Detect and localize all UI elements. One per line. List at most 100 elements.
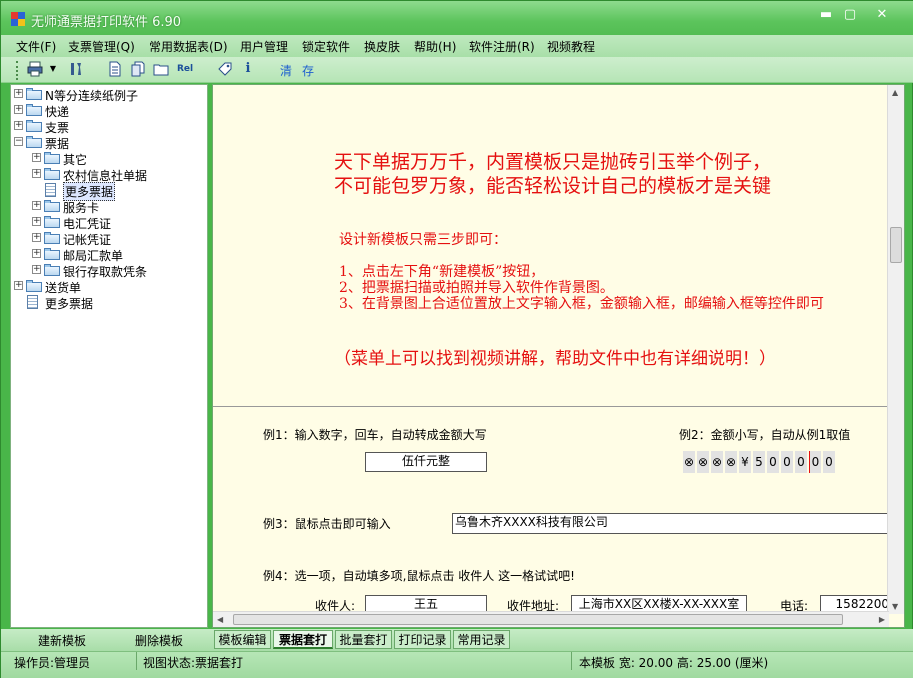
document-icon — [27, 295, 38, 309]
menu-common-data[interactable]: 常用数据表(D) — [149, 38, 228, 55]
folder-icon — [26, 88, 42, 100]
amount-digit-cell: ⊗ — [711, 451, 723, 473]
expand-icon[interactable]: + — [14, 89, 23, 98]
amount-digit-cell: ⊗ — [697, 451, 709, 473]
tree-item-label: N等分连续纸例子 — [45, 89, 138, 103]
document-icon — [45, 183, 56, 197]
maximize-button[interactable]: ▢ — [837, 5, 863, 25]
amount-digit-cell: 0 — [781, 451, 793, 473]
folder-icon — [26, 104, 42, 116]
example-1-label: 例1：输入数字，回车，自动转成金额大写 — [263, 428, 487, 442]
headline-line-1: 天下单据万万千，内置模板只是抛砖引玉举个例子， — [334, 151, 772, 173]
scroll-up-icon[interactable]: ▲ — [892, 88, 898, 97]
tab-print-records[interactable]: 打印记录 — [394, 630, 451, 649]
example-4-label: 例4：选一项，自动填多项,鼠标点击 收件人 这一格试试吧! — [263, 569, 575, 583]
menu-cheque-management[interactable]: 支票管理(Q) — [68, 38, 135, 55]
tag-icon[interactable] — [217, 61, 233, 77]
folder-icon — [44, 264, 60, 276]
scroll-left-icon[interactable]: ◀ — [217, 615, 223, 624]
vertical-scrollbar[interactable]: ▲ ▼ — [887, 85, 904, 614]
window-title: 无师通票据打印软件 6.90 — [31, 15, 182, 30]
tab-bill-print[interactable]: 票据套打 — [273, 630, 333, 649]
menu-register[interactable]: 软件注册(R) — [469, 38, 535, 55]
amount-digit-cell: 5 — [753, 451, 765, 473]
expand-icon[interactable]: + — [32, 265, 41, 274]
expand-icon[interactable]: + — [32, 233, 41, 242]
title-bar: 无师通票据打印软件 6.90 ▬ ▢ ✕ — [1, 1, 913, 35]
expand-icon[interactable]: + — [14, 281, 23, 290]
template-canvas: 天下单据万万千，内置模板只是抛砖引玉举个例子， 不可能包罗万象，能否轻松设计自己… — [212, 84, 905, 628]
tree-item-label: 其它 — [63, 153, 88, 167]
example-3-label: 例3：鼠标点击即可输入 — [263, 517, 391, 531]
minimize-button[interactable]: ▬ — [813, 5, 839, 25]
printer-dropdown-icon[interactable]: ▼ — [45, 61, 61, 77]
amount-digit-cell: ⊗ — [683, 451, 695, 473]
collapse-icon[interactable]: − — [14, 137, 23, 146]
new-template-button[interactable]: 建新模板 — [38, 632, 86, 649]
status-divider — [136, 652, 137, 670]
printer-icon[interactable] — [27, 61, 43, 77]
menu-user-management[interactable]: 用户管理 — [240, 38, 288, 55]
document-icon[interactable] — [107, 61, 123, 77]
info-icon[interactable]: i — [240, 61, 256, 77]
horizontal-scrollbar[interactable]: ◀ ▶ — [213, 611, 889, 627]
toolbar-grip[interactable] — [16, 61, 19, 80]
company-name-field[interactable]: 乌鲁木齐XXXX科技有限公司 — [452, 513, 892, 534]
expand-icon[interactable]: + — [14, 121, 23, 130]
folder-icon — [44, 168, 60, 180]
expand-icon[interactable]: + — [32, 217, 41, 226]
expand-icon[interactable]: + — [32, 249, 41, 258]
tree-item-label: 电汇凭证 — [63, 217, 112, 231]
scroll-down-icon[interactable]: ▼ — [892, 602, 898, 611]
expand-icon[interactable]: + — [32, 201, 41, 210]
menu-lock-software[interactable]: 锁定软件 — [302, 38, 350, 55]
amount-digit-cell: 0 — [795, 451, 807, 473]
menu-video-tutorial[interactable]: 视频教程 — [547, 38, 595, 55]
tab-batch-print[interactable]: 批量套打 — [335, 630, 392, 649]
folder-icon — [44, 232, 60, 244]
tab-template-edit[interactable]: 模板编辑 — [214, 630, 271, 649]
tools-icon[interactable] — [68, 61, 84, 77]
menu-change-skin[interactable]: 换皮肤 — [364, 38, 400, 55]
folder-icon — [26, 120, 42, 132]
clear-button[interactable]: 清 — [280, 62, 292, 79]
folder-icon[interactable] — [153, 61, 169, 77]
app-logo-icon — [11, 12, 25, 26]
menu-file[interactable]: 文件(F) — [16, 38, 56, 55]
rel-icon[interactable]: Rel — [177, 61, 193, 77]
copy-icon[interactable] — [130, 61, 146, 77]
vertical-scroll-thumb[interactable] — [890, 227, 902, 263]
horizontal-scroll-thumb[interactable] — [233, 614, 843, 625]
amount-digit-cell: ⊗ — [725, 451, 737, 473]
example-2-label: 例2：金额小写，自动从例1取值 — [679, 428, 851, 442]
status-template-size: 本模板 宽: 20.00 高: 25.00 (厘米) — [579, 656, 769, 670]
save-button[interactable]: 存 — [302, 62, 314, 79]
headline-line-2: 不可能包罗万象，能否轻松设计自己的模板才是关键 — [334, 175, 772, 197]
amount-uppercase-field[interactable]: 伍仟元整 — [365, 452, 487, 472]
app-window: 无师通票据打印软件 6.90 ▬ ▢ ✕ 文件(F) 支票管理(Q) 常用数据表… — [0, 0, 913, 678]
tree-item-label: 记帐凭证 — [63, 233, 112, 247]
amount-digit-cell: 0 — [823, 451, 835, 473]
tree-item-label: 送货单 — [45, 281, 82, 295]
scroll-right-icon[interactable]: ▶ — [879, 615, 885, 624]
amount-digit-cell: 0 — [767, 451, 779, 473]
tree-item-label: 服务卡 — [63, 201, 100, 215]
expand-icon[interactable]: + — [14, 105, 23, 114]
close-button[interactable]: ✕ — [869, 5, 895, 25]
menu-bar: 文件(F) 支票管理(Q) 常用数据表(D) 用户管理 锁定软件 换皮肤 帮助(… — [1, 35, 913, 57]
menu-help[interactable]: 帮助(H) — [414, 38, 456, 55]
expand-icon[interactable]: + — [32, 169, 41, 178]
toolbar: ▼ Rel i 清 存 — [1, 57, 913, 83]
tree-item-label: 票据 — [45, 137, 70, 151]
folder-icon — [44, 248, 60, 260]
tab-common-records[interactable]: 常用记录 — [453, 630, 510, 649]
expand-icon[interactable]: + — [32, 153, 41, 162]
step-3: 3、在背景图上合适位置放上文字输入框，金额输入框，邮编输入框等控件即可 — [339, 296, 824, 312]
steps-title: 设计新模板只需三步即可： — [339, 232, 507, 248]
delete-template-button[interactable]: 删除模板 — [135, 632, 183, 649]
folder-icon — [26, 280, 42, 292]
folder-icon — [44, 152, 60, 164]
tree-item-label: 更多票据 — [45, 297, 94, 311]
folder-icon — [26, 136, 42, 148]
folder-icon — [44, 200, 60, 212]
